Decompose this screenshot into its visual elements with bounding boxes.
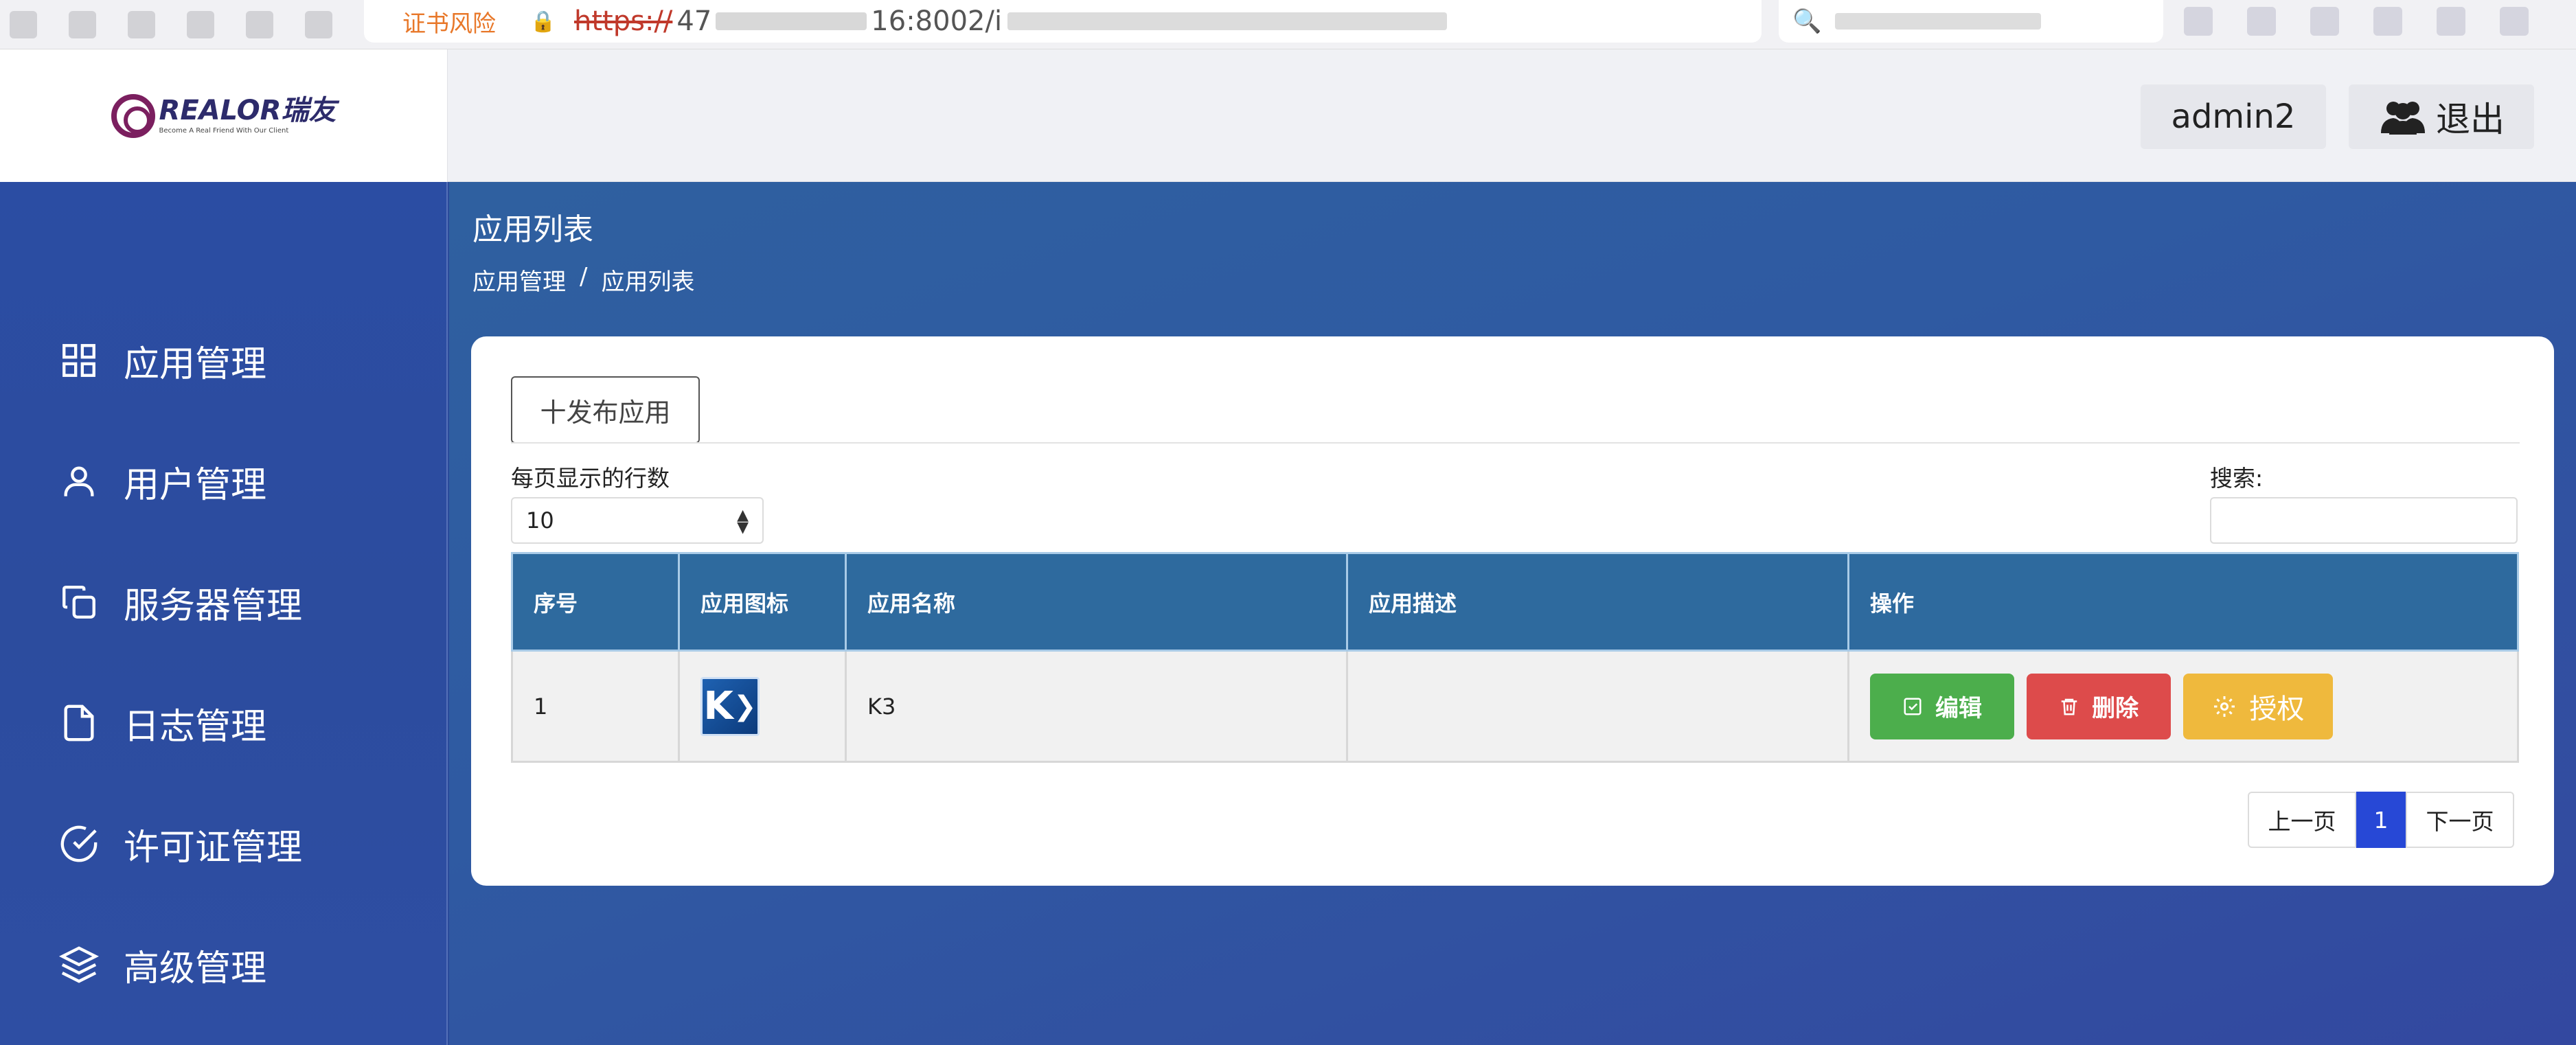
address-bar[interactable]: 证书风险 🔒 https:// 47 16:8002/i <box>364 0 1762 43</box>
divider <box>511 442 2520 444</box>
browser-nav-icons <box>0 10 332 38</box>
edit-button[interactable]: 编辑 <box>1870 673 2014 739</box>
copy-icon <box>62 586 95 619</box>
sidebar-item-server-management[interactable]: 服务器管理 <box>0 561 448 643</box>
extension-icon[interactable] <box>2247 7 2276 36</box>
extension-icon[interactable] <box>2310 7 2339 36</box>
users-icon <box>2381 102 2425 135</box>
bookmark-icon[interactable] <box>305 10 332 38</box>
back-icon[interactable] <box>10 10 37 38</box>
url-redacted <box>716 12 867 30</box>
search-input[interactable] <box>2210 497 2518 544</box>
sidebar: 应用管理 用户管理 服务器管理 日志管理 许可证管理 高级管理 <box>0 182 448 1045</box>
layers-icon <box>59 946 99 983</box>
grid-icon <box>62 344 95 377</box>
undo-icon[interactable] <box>2500 7 2529 36</box>
sidebar-item-label: 高级管理 <box>124 948 267 989</box>
app-header: REALOR瑞友 Become A Real Friend With Our C… <box>0 49 2576 182</box>
app-icon-letter: K <box>703 684 733 728</box>
current-page-button[interactable]: 1 <box>2356 792 2406 848</box>
next-page-button[interactable]: 下一页 <box>2406 792 2514 848</box>
logo-swirl-icon <box>111 93 155 138</box>
sidebar-item-label: 许可证管理 <box>124 827 303 869</box>
logo-text: REALOR瑞友 <box>159 95 337 126</box>
app-k3-icon: K ❯ <box>700 676 760 736</box>
gear-icon <box>2214 696 2235 717</box>
sidebar-item-label: 日志管理 <box>124 706 267 748</box>
browser-extension-icons <box>2184 7 2529 36</box>
app-icon-mark: ❯ <box>733 690 757 722</box>
breadcrumb: 应用管理 / 应用列表 <box>472 263 694 297</box>
sidebar-item-user-management[interactable]: 用户管理 <box>0 440 448 522</box>
cell-index: 1 <box>511 650 680 763</box>
sidebar-item-app-management[interactable]: 应用管理 <box>0 319 448 402</box>
rows-per-page-value: 10 <box>526 507 554 533</box>
browser-search-box[interactable]: 🔍 <box>1779 0 2163 43</box>
column-header-description[interactable]: 应用描述 <box>1346 552 1849 652</box>
pagination: 上一页 1 下一页 <box>2248 792 2514 848</box>
rows-per-page-select[interactable]: 10 ▲ ▼ <box>511 497 764 544</box>
home-icon[interactable] <box>187 10 214 38</box>
logout-label: 退出 <box>2436 100 2505 139</box>
breadcrumb-separator: / <box>580 263 588 290</box>
current-user[interactable]: admin2 <box>2141 84 2326 149</box>
column-header-name[interactable]: 应用名称 <box>845 552 1348 652</box>
reload-icon[interactable] <box>128 10 155 38</box>
trash-icon <box>2061 698 2077 715</box>
cell-name: K3 <box>845 650 1348 763</box>
cell-icon: K ❯ <box>678 650 847 763</box>
sidebar-item-label: 服务器管理 <box>124 585 303 627</box>
table-row: 1 K ❯ K3 编辑 删除 授权 <box>511 650 2519 763</box>
column-header-actions: 操作 <box>1847 552 2519 652</box>
page-title: 应用列表 <box>472 212 593 247</box>
app-table: 序号 应用图标 应用名称 应用描述 操作 1 K ❯ K3 编辑 删除 授权 <box>511 552 2519 763</box>
publish-app-button[interactable]: 十发布应用 <box>511 376 700 444</box>
breadcrumb-item[interactable]: 应用管理 <box>472 263 566 297</box>
user-icon <box>64 466 94 496</box>
table-header-row: 序号 应用图标 应用名称 应用描述 操作 <box>511 552 2519 652</box>
url-port: 16:8002/i <box>871 5 1003 37</box>
sidebar-item-label: 用户管理 <box>124 464 267 506</box>
sidebar-item-license-management[interactable]: 许可证管理 <box>0 803 448 885</box>
app-list-card: 十发布应用 每页显示的行数 10 ▲ ▼ 搜索: 序号 应用图标 应用名称 应用描… <box>471 336 2554 886</box>
breadcrumb-item: 应用列表 <box>601 268 695 296</box>
delete-button[interactable]: 删除 <box>2027 673 2172 739</box>
main-content: 应用列表 应用管理 / 应用列表 十发布应用 每页显示的行数 10 ▲ ▼ 搜索:… <box>449 182 2576 1045</box>
file-icon <box>64 704 94 742</box>
extension-icon[interactable] <box>2184 7 2213 36</box>
browser-toolbar: 证书风险 🔒 https:// 47 16:8002/i 🔍 <box>0 0 2576 49</box>
search-icon: 🔍 <box>1792 8 1822 35</box>
insecure-lock-icon[interactable]: 🔒 <box>530 10 556 34</box>
sidebar-item-advanced-management[interactable]: 高级管理 <box>0 923 448 1006</box>
select-arrows-icon: ▲ ▼ <box>737 507 749 536</box>
url-path-redacted <box>1007 12 1448 30</box>
extension-icon[interactable] <box>2373 7 2402 36</box>
forward-icon[interactable] <box>69 10 96 38</box>
delete-label: 删除 <box>2092 695 2139 722</box>
column-header-icon[interactable]: 应用图标 <box>678 552 847 652</box>
check-circle-icon <box>60 825 98 862</box>
logout-button[interactable]: 退出 <box>2349 84 2534 149</box>
prev-page-button[interactable]: 上一页 <box>2248 792 2356 848</box>
column-header-index[interactable]: 序号 <box>511 552 680 652</box>
rows-per-page-label: 每页显示的行数 <box>511 465 670 492</box>
url-host-prefix: 47 <box>676 5 712 37</box>
logo: REALOR瑞友 Become A Real Friend With Our C… <box>111 93 337 138</box>
search-redacted <box>1835 13 2042 30</box>
briefcase-icon[interactable] <box>246 10 273 38</box>
search-label: 搜索: <box>2210 465 2264 492</box>
cert-warning[interactable]: 证书风险 <box>402 5 496 38</box>
edit-label: 编辑 <box>1935 695 1982 722</box>
authorize-button[interactable]: 授权 <box>2183 673 2334 739</box>
download-icon[interactable] <box>2437 7 2465 36</box>
sidebar-item-label: 应用管理 <box>124 343 267 385</box>
edit-check-icon <box>1904 698 1922 715</box>
sidebar-item-log-management[interactable]: 日志管理 <box>0 682 448 764</box>
url-scheme: https:// <box>574 5 673 37</box>
cell-description <box>1346 650 1849 763</box>
logo-area: REALOR瑞友 Become A Real Friend With Our C… <box>0 49 448 182</box>
cell-actions: 编辑 删除 授权 <box>1847 650 2519 763</box>
authorize-label: 授权 <box>2249 693 2305 725</box>
logo-subtitle: Become A Real Friend With Our Client <box>159 127 289 135</box>
